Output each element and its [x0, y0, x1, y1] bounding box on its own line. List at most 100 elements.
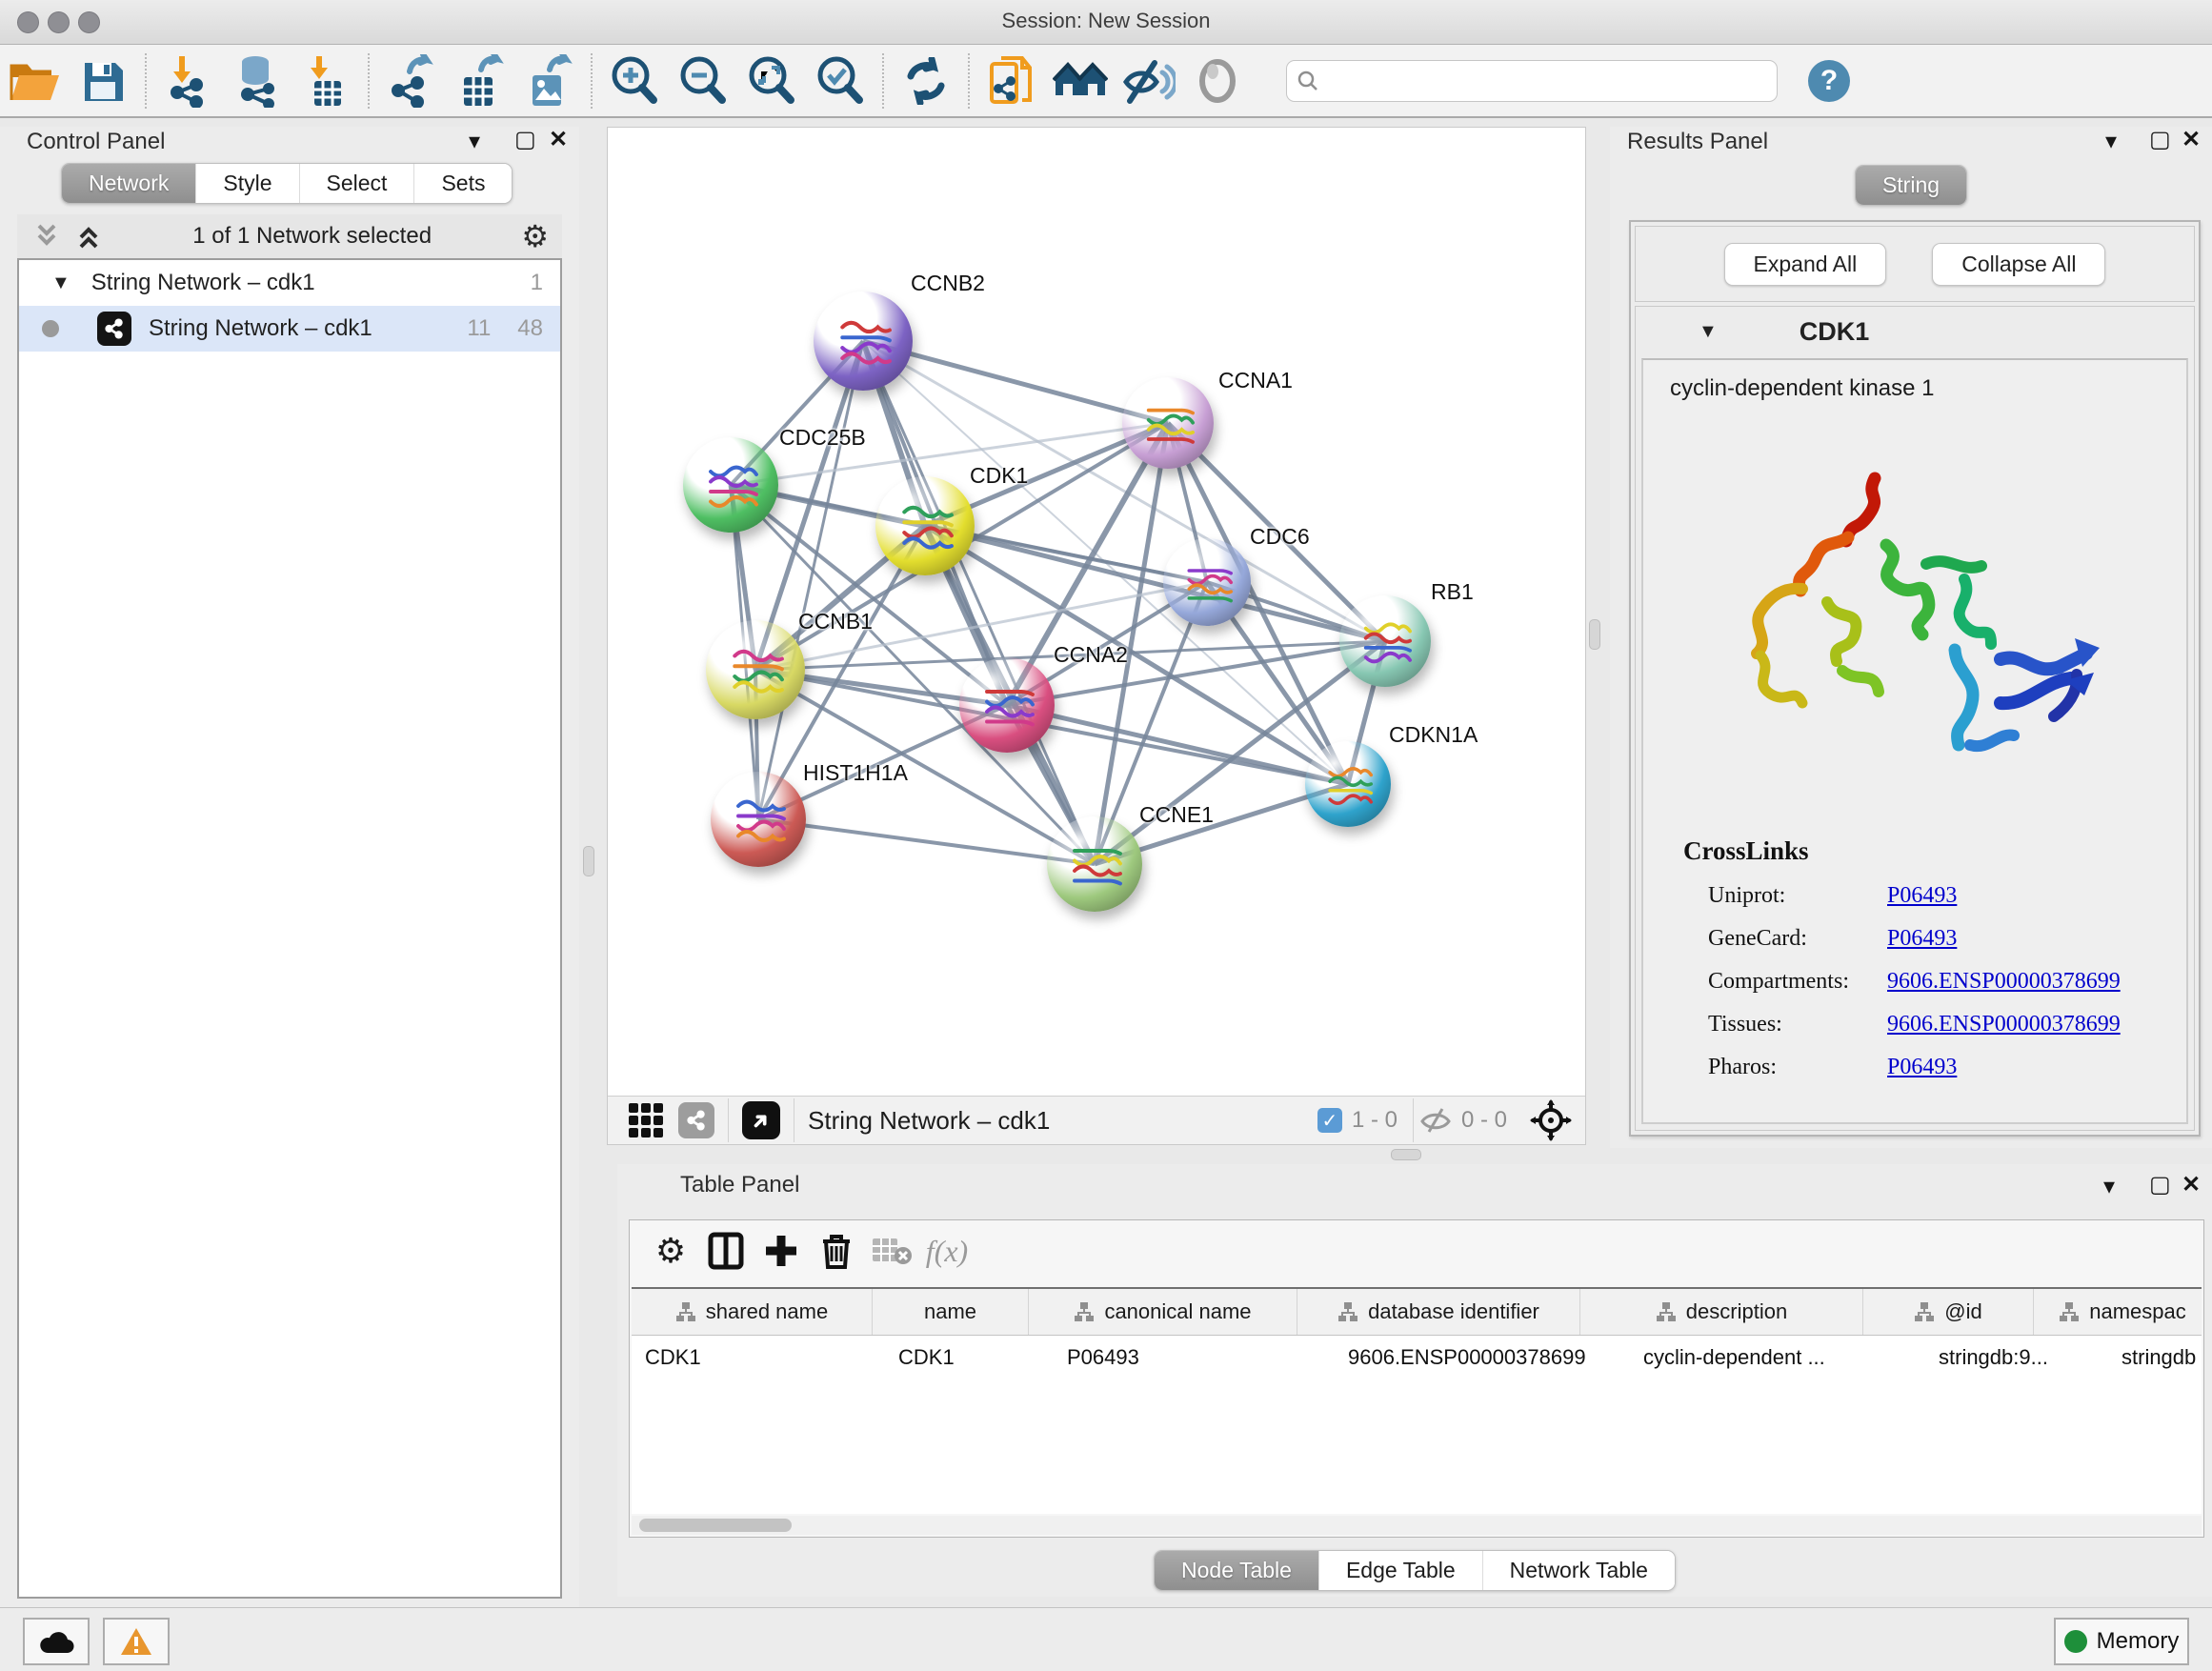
crosslink-link[interactable]: P06493: [1887, 926, 1957, 952]
node-HIST1H1A[interactable]: [711, 772, 806, 867]
node-CCNB1[interactable]: [706, 620, 805, 719]
table-cell[interactable]: CDK1: [632, 1336, 885, 1379]
crosslink-link[interactable]: P06493: [1887, 1055, 1957, 1080]
import-table-icon[interactable]: [292, 51, 360, 111]
warning-status-button[interactable]: [103, 1618, 170, 1665]
table-options-gear-icon[interactable]: ⚙: [643, 1226, 698, 1276]
edge-CCNA2-CDKN1A[interactable]: [1007, 705, 1348, 784]
column-header-namespac[interactable]: namespac: [2034, 1289, 2202, 1335]
open-session-icon[interactable]: [0, 51, 69, 111]
expand-all-icon[interactable]: [74, 222, 103, 251]
network-canvas[interactable]: CCNB2CCNA1CDC25BCDK1CDC6RB1CCNB1CCNA2CDK…: [608, 128, 1585, 1095]
tab-style[interactable]: Style: [195, 164, 298, 203]
table-row[interactable]: CDK1CDK1P064939606.ENSP00000378699cyclin…: [632, 1336, 2202, 1379]
gene-section-header[interactable]: ▼ CDK1: [1636, 307, 2194, 356]
crosslink-link[interactable]: 9606.ENSP00000378699: [1887, 1012, 2121, 1037]
table-hscroll-thumb[interactable]: [639, 1519, 792, 1532]
bottom-splitter-handle[interactable]: [1391, 1149, 1421, 1160]
memory-button[interactable]: Memory: [2054, 1618, 2189, 1665]
node-CCNA2[interactable]: [959, 657, 1055, 753]
table-cell[interactable]: 9606.ENSP00000378699: [1335, 1336, 1630, 1379]
search-input[interactable]: [1327, 68, 1767, 94]
control-panel-close-icon[interactable]: ✕: [549, 129, 568, 151]
tab-node-table[interactable]: Node Table: [1155, 1551, 1318, 1590]
export-image-icon[interactable]: [514, 51, 583, 111]
zoom-fit-icon[interactable]: [737, 51, 806, 111]
node-CCNE1[interactable]: [1047, 816, 1142, 912]
grid-view-icon[interactable]: [629, 1103, 663, 1137]
network-row[interactable]: String Network – cdk1 11 48: [19, 306, 560, 352]
control-panel-menu-icon[interactable]: ▾: [469, 131, 480, 153]
table-hscrollbar[interactable]: [632, 1516, 2202, 1535]
selected-checkbox-icon[interactable]: ✓: [1317, 1108, 1342, 1133]
column-header-canonical-name[interactable]: canonical name: [1029, 1289, 1297, 1335]
search-box[interactable]: [1286, 60, 1778, 102]
show-view-icon[interactable]: [1183, 51, 1252, 111]
table-cell[interactable]: stringdb:9...: [1925, 1336, 2108, 1379]
collection-expander-icon[interactable]: ▼: [51, 272, 70, 294]
network-collection-row[interactable]: ▼ String Network – cdk1 1: [19, 260, 560, 306]
save-session-icon[interactable]: [69, 51, 137, 111]
copy-style-icon[interactable]: [977, 51, 1046, 111]
node-CCNB2[interactable]: [814, 292, 913, 391]
crosslink-link[interactable]: 9606.ENSP00000378699: [1887, 969, 2121, 995]
export-network-icon[interactable]: [377, 51, 446, 111]
collapse-all-button[interactable]: Collapse All: [1932, 243, 2105, 286]
node-CDC25B[interactable]: [683, 437, 778, 533]
collapse-all-icon[interactable]: [32, 222, 61, 251]
zoom-out-icon[interactable]: [669, 51, 737, 111]
expand-all-button[interactable]: Expand All: [1724, 243, 1887, 286]
column-header-@id[interactable]: @id: [1863, 1289, 2034, 1335]
node-CCNA1[interactable]: [1122, 377, 1214, 469]
tab-select[interactable]: Select: [299, 164, 414, 203]
birdseye-toggle-icon[interactable]: [1530, 1099, 1572, 1141]
table-panel-menu-icon[interactable]: ▾: [2103, 1176, 2115, 1198]
export-table-icon[interactable]: [446, 51, 514, 111]
first-neighbors-icon[interactable]: [1046, 51, 1115, 111]
column-header-database-identifier[interactable]: database identifier: [1297, 1289, 1580, 1335]
tab-network-table[interactable]: Network Table: [1482, 1551, 1675, 1590]
table-panel-float-icon[interactable]: ▢: [2149, 1174, 2171, 1197]
table-cell[interactable]: stringdb: [2108, 1336, 2202, 1379]
edge-HIST1H1A-CCNE1[interactable]: [758, 819, 1095, 864]
node-table[interactable]: shared namenamecanonical namedatabase id…: [632, 1287, 2202, 1514]
results-panel-float-icon[interactable]: ▢: [2149, 129, 2171, 151]
cloud-status-button[interactable]: [23, 1618, 90, 1665]
column-header-shared-name[interactable]: shared name: [632, 1289, 873, 1335]
right-splitter-handle[interactable]: [1589, 619, 1600, 650]
crosslink-link[interactable]: P06493: [1887, 883, 1957, 909]
help-icon[interactable]: ?: [1795, 51, 1863, 111]
column-header-name[interactable]: name: [873, 1289, 1029, 1335]
string-view-icon[interactable]: [678, 1102, 714, 1138]
column-header-description[interactable]: description: [1580, 1289, 1863, 1335]
node-CDK1[interactable]: [875, 476, 975, 575]
results-panel-menu-icon[interactable]: ▾: [2105, 131, 2117, 153]
hide-selected-icon[interactable]: [1115, 51, 1183, 111]
table-cell[interactable]: cyclin-dependent ...: [1630, 1336, 1925, 1379]
control-panel-float-icon[interactable]: ▢: [514, 129, 536, 151]
tab-edge-table[interactable]: Edge Table: [1318, 1551, 1482, 1590]
import-network-icon[interactable]: [154, 51, 223, 111]
left-splitter-handle[interactable]: [583, 846, 594, 876]
node-CDC6[interactable]: [1163, 538, 1251, 626]
network-options-gear-icon[interactable]: ⚙: [521, 218, 549, 254]
table-cell[interactable]: CDK1: [885, 1336, 1054, 1379]
results-panel-close-icon[interactable]: ✕: [2182, 129, 2201, 151]
delete-column-icon[interactable]: [809, 1226, 864, 1276]
node-RB1[interactable]: [1339, 595, 1431, 687]
import-database-icon[interactable]: [223, 51, 292, 111]
table-panel-close-icon[interactable]: ✕: [2182, 1174, 2201, 1197]
gene-expander-icon[interactable]: ▼: [1699, 321, 1718, 343]
table-cell[interactable]: P06493: [1054, 1336, 1335, 1379]
delete-table-icon[interactable]: [864, 1226, 919, 1276]
tab-sets[interactable]: Sets: [413, 164, 512, 203]
zoom-in-icon[interactable]: [600, 51, 669, 111]
show-columns-icon[interactable]: [698, 1226, 754, 1276]
detach-view-icon[interactable]: [742, 1101, 780, 1139]
tab-network[interactable]: Network: [62, 164, 195, 203]
function-builder-icon[interactable]: f(x): [919, 1226, 975, 1276]
create-column-icon[interactable]: [754, 1226, 809, 1276]
tab-string[interactable]: String: [1856, 166, 1966, 205]
node-CDKN1A[interactable]: [1305, 741, 1391, 827]
zoom-selected-icon[interactable]: [806, 51, 875, 111]
